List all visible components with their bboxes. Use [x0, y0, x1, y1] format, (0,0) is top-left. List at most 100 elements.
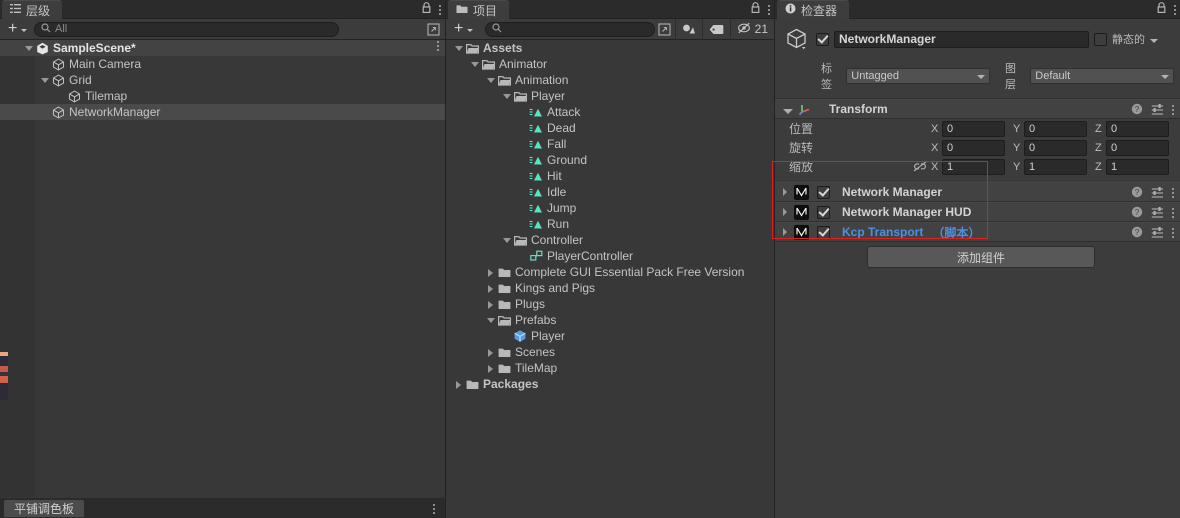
type-filter-icon[interactable] — [676, 19, 703, 40]
transform-y-input[interactable]: 1 — [1024, 158, 1087, 175]
hierarchy-menu-icon[interactable] — [439, 4, 441, 15]
foldout-closed-icon[interactable] — [484, 282, 497, 295]
hierarchy-row[interactable]: NetworkManager — [0, 104, 445, 120]
transform-menu-icon[interactable] — [1172, 105, 1174, 115]
tag-dropdown[interactable]: Untagged — [846, 68, 990, 84]
component-foldout-icon[interactable] — [783, 188, 787, 196]
project-row[interactable]: Animator — [446, 56, 774, 72]
component-enabled-checkbox[interactable] — [817, 185, 830, 199]
project-row[interactable]: Scenes — [446, 344, 774, 360]
lock-icon[interactable] — [750, 2, 761, 17]
component-header[interactable]: Network Manager HUD? — [775, 202, 1180, 222]
foldout-closed-icon[interactable] — [484, 362, 497, 375]
project-row[interactable]: Attack — [446, 104, 774, 120]
project-row[interactable]: Prefabs — [446, 312, 774, 328]
inspector-menu-icon[interactable] — [1174, 4, 1176, 15]
foldout-open-icon[interactable] — [468, 58, 481, 71]
add-component-button[interactable]: 添加组件 — [867, 246, 1095, 268]
help-icon[interactable]: ? — [1131, 186, 1143, 201]
help-icon[interactable]: ? — [1131, 206, 1143, 221]
help-icon[interactable]: ? — [1131, 103, 1143, 118]
project-row[interactable]: TileMap — [446, 360, 774, 376]
tab-hierarchy[interactable]: 层级 — [2, 0, 63, 19]
project-row[interactable]: Player — [446, 328, 774, 344]
foldout-closed-icon[interactable] — [484, 266, 497, 279]
component-enabled-checkbox[interactable] — [817, 205, 830, 219]
preset-icon[interactable] — [1151, 206, 1164, 221]
foldout-open-icon[interactable] — [484, 74, 497, 87]
project-search-input[interactable] — [485, 21, 655, 37]
hidden-items-button[interactable]: 21 — [731, 19, 774, 40]
project-search-expand-icon[interactable] — [655, 19, 675, 40]
project-row[interactable]: Dead — [446, 120, 774, 136]
project-row[interactable]: Hit — [446, 168, 774, 184]
tab-tile-palette[interactable]: 平铺调色板 — [4, 500, 85, 517]
hierarchy-row[interactable]: SampleScene* — [0, 40, 445, 56]
preset-icon[interactable] — [1151, 186, 1164, 201]
tab-inspector[interactable]: 检查器 — [777, 0, 850, 19]
component-foldout-icon[interactable] — [783, 208, 787, 216]
foldout-open-icon[interactable] — [452, 42, 465, 55]
hierarchy-add-button[interactable]: + — [0, 19, 34, 40]
project-row[interactable]: Run — [446, 216, 774, 232]
scene-menu-icon[interactable] — [437, 41, 439, 51]
project-row[interactable]: Animation — [446, 72, 774, 88]
help-icon[interactable]: ? — [1131, 226, 1143, 241]
transform-x-input[interactable]: 0 — [942, 120, 1005, 137]
preset-icon[interactable] — [1151, 226, 1164, 241]
transform-z-input[interactable]: 1 — [1106, 158, 1169, 175]
project-row[interactable]: Fall — [446, 136, 774, 152]
project-row[interactable]: Kings and Pigs — [446, 280, 774, 296]
foldout-open-icon[interactable] — [484, 314, 497, 327]
scale-link-off-icon[interactable] — [909, 161, 931, 172]
preset-icon[interactable] — [1151, 103, 1164, 118]
foldout-closed-icon[interactable] — [452, 378, 465, 391]
foldout-closed-icon[interactable] — [484, 298, 497, 311]
project-row[interactable]: Player — [446, 88, 774, 104]
component-menu-icon[interactable] — [1172, 188, 1174, 198]
component-foldout-icon[interactable] — [783, 228, 787, 236]
project-row[interactable]: Ground — [446, 152, 774, 168]
gameobject-enabled-checkbox[interactable] — [816, 32, 829, 46]
transform-component-header[interactable]: Transform ? — [775, 99, 1180, 119]
foldout-open-icon[interactable] — [500, 234, 513, 247]
component-header[interactable]: Network Manager? — [775, 182, 1180, 202]
foldout-closed-icon[interactable] — [484, 346, 497, 359]
hierarchy-row[interactable]: Main Camera — [0, 56, 445, 72]
project-row[interactable]: Assets — [446, 40, 774, 56]
transform-z-input[interactable]: 0 — [1106, 139, 1169, 156]
project-menu-icon[interactable] — [768, 4, 770, 15]
static-checkbox[interactable] — [1094, 32, 1107, 46]
hierarchy-search-input[interactable]: All — [34, 21, 339, 37]
component-menu-icon[interactable] — [1172, 208, 1174, 218]
tab-project[interactable]: 项目 — [448, 0, 510, 19]
project-row[interactable]: PlayerController — [446, 248, 774, 264]
hierarchy-search-expand-icon[interactable] — [421, 19, 445, 40]
gameobject-name-input[interactable]: NetworkManager — [834, 30, 1089, 48]
component-header[interactable]: Kcp Transport （脚本）? — [775, 222, 1180, 242]
tile-palette-menu-icon[interactable] — [433, 504, 435, 514]
foldout-open-icon[interactable] — [38, 74, 51, 87]
project-row[interactable]: Packages — [446, 376, 774, 392]
transform-x-input[interactable]: 0 — [942, 139, 1005, 156]
transform-foldout-icon[interactable] — [783, 108, 793, 114]
project-row[interactable]: Plugs — [446, 296, 774, 312]
lock-icon[interactable] — [421, 2, 432, 17]
transform-y-input[interactable]: 0 — [1024, 139, 1087, 156]
static-dropdown-icon[interactable] — [1150, 38, 1158, 43]
project-add-button[interactable]: + — [446, 19, 485, 40]
hierarchy-row[interactable]: Grid — [0, 72, 445, 88]
project-row[interactable]: Complete GUI Essential Pack Free Version — [446, 264, 774, 280]
project-row[interactable]: Idle — [446, 184, 774, 200]
hierarchy-row[interactable]: Tilemap — [0, 88, 445, 104]
component-menu-icon[interactable] — [1172, 228, 1174, 238]
lock-icon[interactable] — [1156, 2, 1167, 17]
foldout-open-icon[interactable] — [500, 90, 513, 103]
project-row[interactable]: Jump — [446, 200, 774, 216]
transform-x-input[interactable]: 1 — [942, 158, 1005, 175]
label-filter-icon[interactable] — [703, 19, 730, 40]
layer-dropdown[interactable]: Default — [1030, 68, 1174, 84]
foldout-open-icon[interactable] — [22, 42, 35, 55]
transform-y-input[interactable]: 0 — [1024, 120, 1087, 137]
component-enabled-checkbox[interactable] — [817, 225, 830, 239]
